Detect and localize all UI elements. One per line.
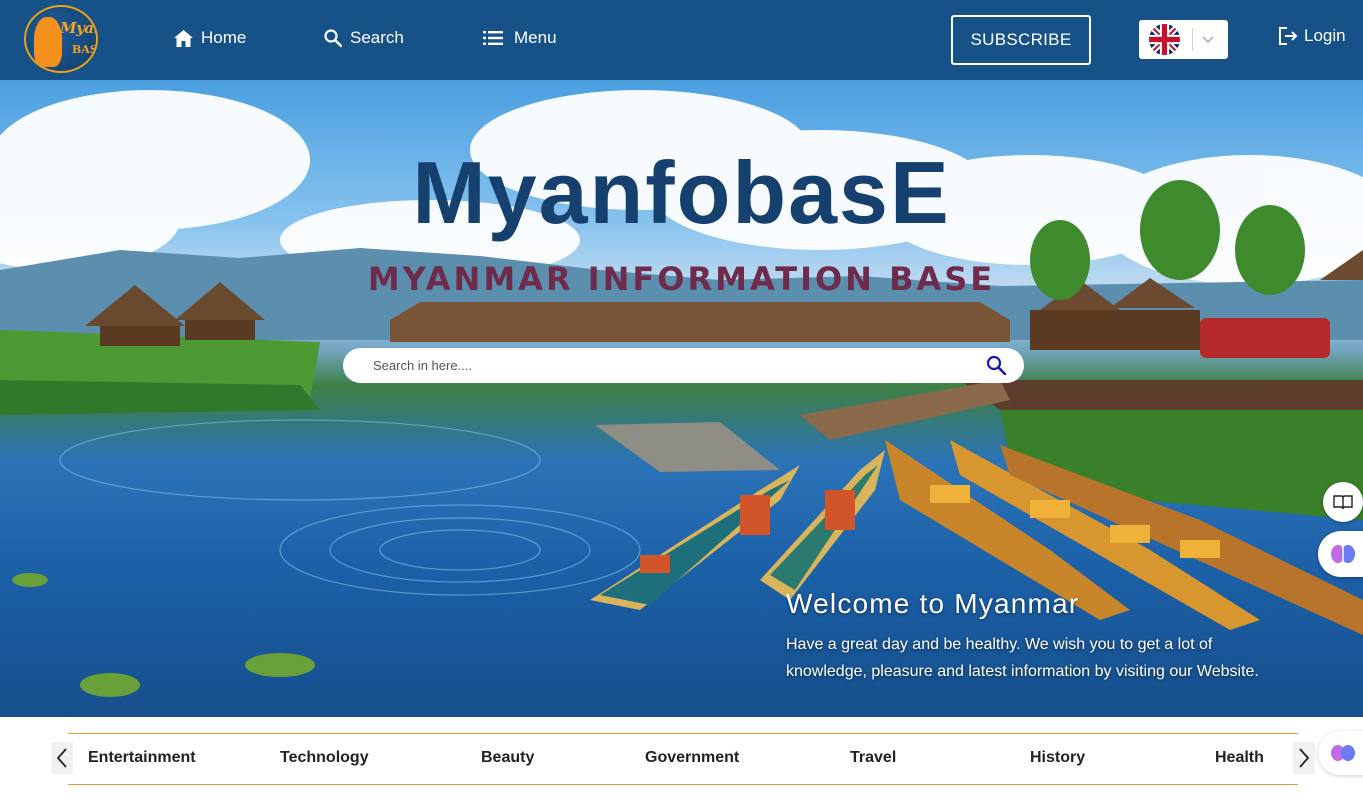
category-history[interactable]: History: [1030, 749, 1085, 767]
ai-assistant-button[interactable]: [1318, 531, 1363, 577]
category-prev-button[interactable]: [51, 742, 73, 774]
reader-mode-button[interactable]: [1323, 482, 1363, 522]
nav-home-link[interactable]: Home: [174, 26, 246, 50]
logo-figure-icon: [34, 17, 62, 67]
home-icon: [174, 29, 193, 47]
nav-search-link[interactable]: Search: [324, 26, 404, 50]
category-technology[interactable]: Technology: [280, 749, 369, 767]
logo-text-top: Myanfo: [60, 19, 96, 37]
floating-ai-button[interactable]: [1318, 731, 1363, 775]
welcome-heading: Welcome to Myanmar: [786, 588, 1080, 619]
list-icon: [483, 31, 503, 45]
language-divider: [1192, 28, 1193, 51]
site-logo[interactable]: Myanfo BASE: [24, 5, 98, 73]
nav-home-label: Home: [201, 28, 247, 47]
search-icon: [324, 29, 342, 47]
nav-menu-link[interactable]: Menu: [483, 26, 557, 50]
search-icon[interactable]: [986, 355, 1006, 375]
welcome-message: Have a great day and be healthy. We wish…: [786, 636, 1259, 680]
category-government[interactable]: Government: [645, 749, 739, 767]
language-select[interactable]: [1139, 20, 1228, 59]
category-travel[interactable]: Travel: [850, 749, 896, 767]
uk-flag-icon: [1149, 24, 1180, 55]
login-icon: [1279, 27, 1298, 45]
hero-banner: MyanfobasE MYANMAR INFORMATION BASE Welc…: [0, 80, 1363, 717]
login-link[interactable]: Login: [1278, 26, 1346, 46]
category-beauty[interactable]: Beauty: [481, 749, 534, 767]
hero-title: MyanfobasE: [412, 143, 951, 242]
top-navbar: Myanfo BASE Home Search Menu SUBSCRIBE L…: [0, 0, 1363, 80]
nav-menu-label: Menu: [514, 28, 557, 47]
chevron-left-icon: [56, 748, 67, 768]
logo-text-bottom: BASE: [72, 43, 98, 56]
book-icon: [1333, 495, 1353, 510]
subscribe-button[interactable]: SUBSCRIBE: [951, 15, 1091, 65]
nav-search-label: Search: [350, 28, 404, 47]
brain-icon: [1331, 545, 1355, 563]
hero-search-input[interactable]: [373, 348, 973, 383]
login-label: Login: [1304, 26, 1346, 45]
category-health[interactable]: Health: [1215, 749, 1264, 767]
category-entertainment[interactable]: Entertainment: [88, 749, 196, 767]
category-next-button[interactable]: [1293, 742, 1315, 774]
chevron-right-icon: [1299, 748, 1310, 768]
chevron-down-icon: [1202, 36, 1214, 44]
brain-icon: [1331, 745, 1355, 761]
hero-subtitle: MYANMAR INFORMATION BASE: [367, 260, 996, 298]
hero-search-box: [343, 348, 1024, 383]
